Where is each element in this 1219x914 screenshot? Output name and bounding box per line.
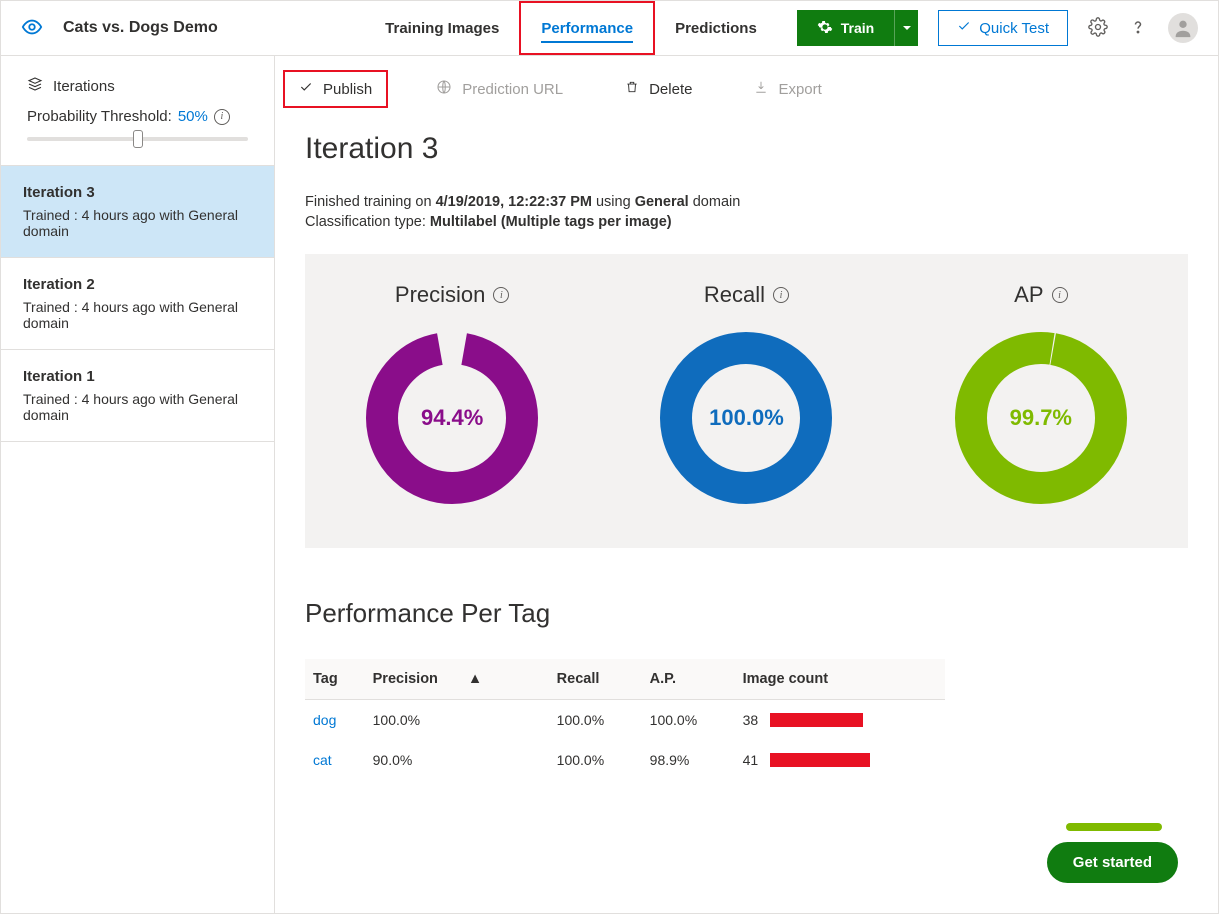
tab-training-images[interactable]: Training Images: [365, 1, 519, 55]
performance-table: TagPrecision▲RecallA.P.Image count dog 1…: [305, 659, 945, 780]
project-title: Cats vs. Dogs Demo: [63, 19, 218, 37]
quick-test-button[interactable]: Quick Test: [938, 10, 1068, 46]
iteration-title: Iteration 1: [23, 368, 252, 385]
training-finished-line: Finished training on 4/19/2019, 12:22:37…: [305, 194, 1188, 210]
iteration-heading: Iteration 3: [305, 132, 1188, 166]
column-header[interactable]: A.P.: [642, 659, 735, 700]
tab-predictions[interactable]: Predictions: [655, 1, 777, 55]
stack-icon: [27, 76, 43, 96]
help-icon[interactable]: [1128, 17, 1148, 40]
cell-precision: 100.0%: [365, 700, 549, 741]
gears-icon: [817, 19, 833, 38]
prediction-url-label: Prediction URL: [462, 81, 563, 98]
metric-value: 100.0%: [656, 328, 836, 508]
train-dropdown-toggle[interactable]: [894, 10, 918, 46]
info-icon[interactable]: i: [493, 287, 509, 303]
quick-test-label: Quick Test: [979, 20, 1049, 37]
export-label: Export: [778, 81, 821, 98]
trash-icon: [625, 80, 639, 98]
performance-per-tag-heading: Performance Per Tag: [305, 598, 1188, 629]
donut-chart: 94.4%: [362, 328, 542, 508]
iteration-title: Iteration 2: [23, 276, 252, 293]
download-icon: [754, 80, 768, 98]
publish-button[interactable]: Publish: [283, 70, 388, 108]
classification-type-line: Classification type: Multilabel (Multipl…: [305, 214, 1188, 230]
cell-precision: 90.0%: [365, 740, 549, 780]
delete-button[interactable]: Delete: [611, 72, 706, 106]
globe-icon: [436, 79, 452, 99]
info-icon[interactable]: i: [1052, 287, 1068, 303]
check-icon: [299, 80, 313, 98]
column-header[interactable]: Precision▲: [365, 659, 549, 700]
iterations-heading: Iterations: [1, 56, 274, 108]
column-header[interactable]: Tag: [305, 659, 365, 700]
iteration-subtitle: Trained : 4 hours ago with General domai…: [23, 207, 252, 239]
threshold-label: Probability Threshold:: [27, 108, 172, 125]
metric-value: 99.7%: [951, 328, 1131, 508]
iterations-heading-label: Iterations: [53, 78, 115, 95]
nav-tabs: Training Images Performance Predictions: [365, 1, 777, 55]
column-header[interactable]: Image count: [735, 659, 945, 700]
metric-label: Precisioni: [395, 282, 509, 308]
train-button[interactable]: Train: [797, 10, 918, 46]
column-header[interactable]: Recall: [549, 659, 642, 700]
app-header: Cats vs. Dogs Demo Training Images Perfo…: [1, 1, 1218, 56]
cell-ap: 98.9%: [642, 740, 735, 780]
cell-recall: 100.0%: [549, 700, 642, 741]
iteration-subtitle: Trained : 4 hours ago with General domai…: [23, 391, 252, 423]
count-bar: [770, 713, 863, 727]
iterations-sidebar: Iterations Probability Threshold: 50% i …: [1, 56, 275, 913]
donut-chart: 100.0%: [656, 328, 836, 508]
train-label: Train: [841, 20, 874, 36]
publish-label: Publish: [323, 81, 372, 98]
cell-recall: 100.0%: [549, 740, 642, 780]
metric-label: Recalli: [704, 282, 789, 308]
metric-ap: APi 99.7%: [894, 282, 1188, 508]
delete-label: Delete: [649, 81, 692, 98]
table-row: cat 90.0% 100.0% 98.9% 41: [305, 740, 945, 780]
table-row: dog 100.0% 100.0% 100.0% 38: [305, 700, 945, 741]
cell-ap: 100.0%: [642, 700, 735, 741]
info-icon[interactable]: i: [773, 287, 789, 303]
donut-chart: 99.7%: [951, 328, 1131, 508]
iteration-subtitle: Trained : 4 hours ago with General domai…: [23, 299, 252, 331]
export-button: Export: [740, 72, 835, 106]
tag-link[interactable]: dog: [313, 712, 336, 728]
metric-value: 94.4%: [362, 328, 542, 508]
check-icon: [957, 19, 971, 37]
iteration-title: Iteration 3: [23, 184, 252, 201]
get-started-button[interactable]: Get started: [1047, 842, 1178, 883]
image-count-cell: 38: [743, 712, 937, 728]
main-panel: Publish Prediction URL Delete Export Ite…: [275, 56, 1218, 913]
info-icon[interactable]: i: [214, 109, 230, 125]
metric-precision: Precisioni 94.4%: [305, 282, 599, 508]
iteration-item[interactable]: Iteration 2 Trained : 4 hours ago with G…: [1, 257, 274, 349]
threshold-value: 50%: [178, 108, 208, 125]
prediction-url-button: Prediction URL: [422, 71, 577, 107]
iteration-toolbar: Publish Prediction URL Delete Export: [275, 56, 1218, 122]
count-bar: [770, 753, 870, 767]
iteration-list: Iteration 3 Trained : 4 hours ago with G…: [1, 165, 274, 442]
tab-performance[interactable]: Performance: [519, 1, 655, 55]
metric-label: APi: [1014, 282, 1067, 308]
custom-vision-logo-icon: [21, 16, 43, 41]
get-started-accent: [1066, 823, 1162, 831]
image-count-cell: 41: [743, 752, 937, 768]
metrics-panel: Precisioni 94.4% Recalli 100.0% APi 99.7…: [305, 254, 1188, 548]
iteration-item[interactable]: Iteration 1 Trained : 4 hours ago with G…: [1, 349, 274, 442]
metric-recall: Recalli 100.0%: [599, 282, 893, 508]
iteration-item[interactable]: Iteration 3 Trained : 4 hours ago with G…: [1, 165, 274, 257]
user-avatar[interactable]: [1168, 13, 1198, 43]
threshold-slider[interactable]: [1, 137, 274, 165]
tag-link[interactable]: cat: [313, 752, 332, 768]
sort-ascending-icon: ▲: [468, 671, 482, 687]
settings-icon[interactable]: [1088, 17, 1108, 40]
